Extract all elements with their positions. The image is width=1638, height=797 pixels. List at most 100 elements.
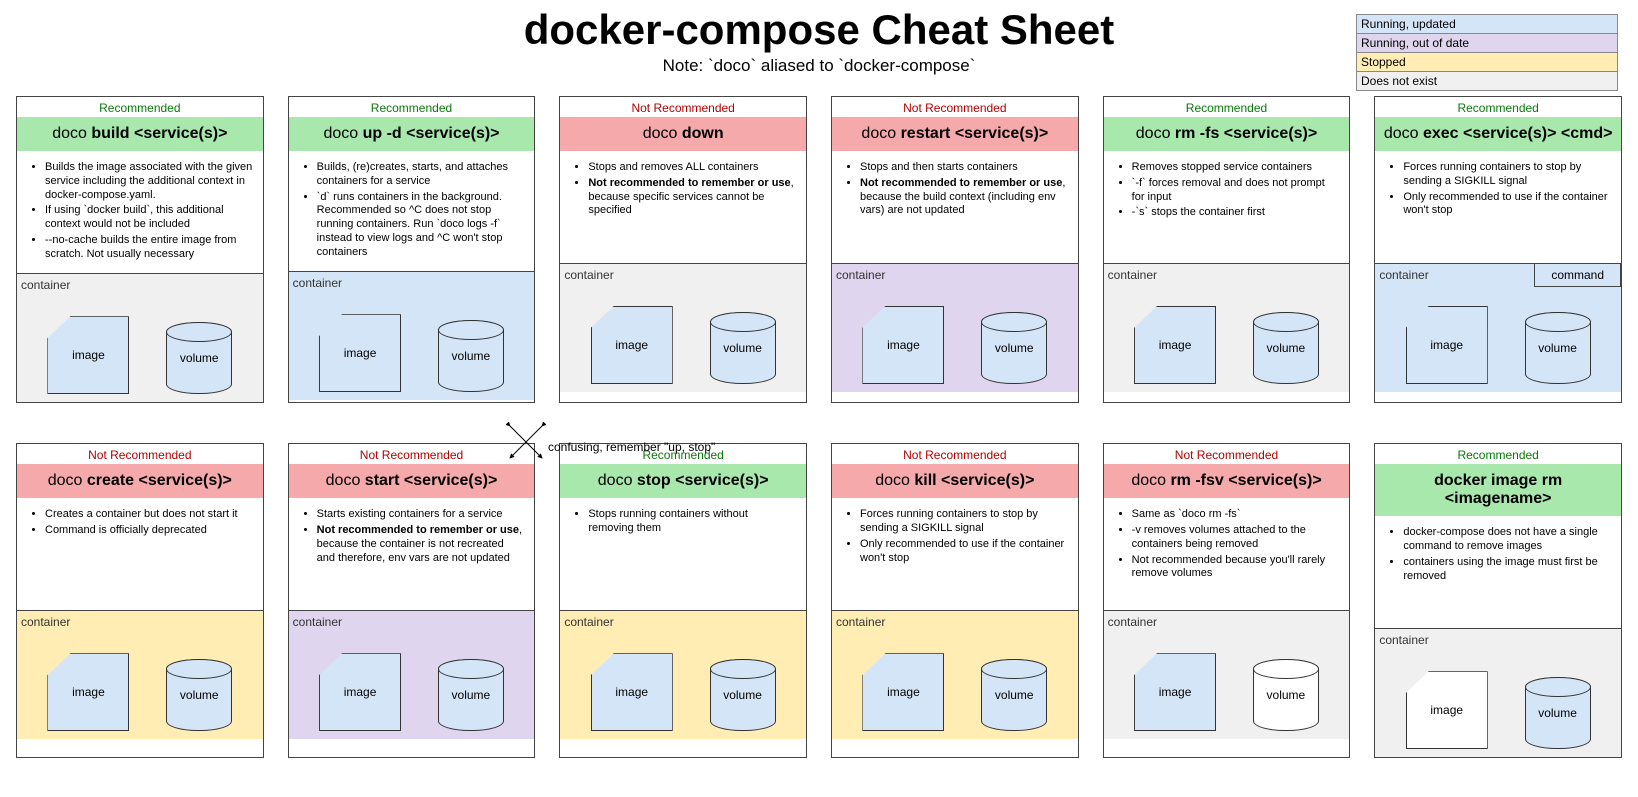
container-label: container xyxy=(293,615,342,629)
container-state: container image volume xyxy=(289,610,535,739)
cross-note: confusing, remember "up, stop" xyxy=(548,440,715,454)
legend-row: Does not exist xyxy=(1357,72,1617,90)
container-state: container image volume xyxy=(17,273,263,402)
command-header: doco exec <service(s)> <cmd> xyxy=(1375,117,1621,151)
container-state: container image volume xyxy=(1104,610,1350,739)
cross-arrows-icon xyxy=(506,422,546,462)
container-state: container image volume xyxy=(560,610,806,739)
recommendation-label: Not Recommended xyxy=(832,97,1078,117)
volume-icon: volume xyxy=(1253,659,1319,731)
image-icon: image xyxy=(591,653,673,731)
cheat-sheet-page: docker-compose Cheat Sheet Note: `doco` … xyxy=(0,6,1638,778)
command-header: doco stop <service(s)> xyxy=(560,464,806,498)
legend-row: Running, out of date xyxy=(1357,34,1617,53)
recommendation-label: Recommended xyxy=(1375,97,1621,117)
recommendation-label: Not Recommended xyxy=(289,444,535,464)
image-icon: image xyxy=(1406,306,1488,384)
image-icon: image xyxy=(47,316,129,394)
image-icon: image xyxy=(591,306,673,384)
volume-icon: volume xyxy=(981,659,1047,731)
container-label: container xyxy=(1379,268,1428,282)
recommendation-label: Recommended xyxy=(1104,97,1350,117)
card-grid: Recommendeddoco build <service(s)>Builds… xyxy=(0,76,1638,778)
volume-icon: volume xyxy=(710,659,776,731)
image-icon: image xyxy=(1134,306,1216,384)
command-card: Not Recommendeddoco rm -fsv <service(s)>… xyxy=(1103,443,1351,758)
command-header: doco down xyxy=(560,117,806,151)
command-header: docker image rm <imagename> xyxy=(1375,464,1621,516)
command-description: Same as `doco rm -fs`-v removes volumes … xyxy=(1104,498,1350,610)
command-description: Builds the image associated with the giv… xyxy=(17,151,263,273)
command-card: Not Recommendeddoco create <service(s)>C… xyxy=(16,443,264,758)
recommendation-label: Not Recommended xyxy=(1104,444,1350,464)
command-card: Recommendeddoco stop <service(s)>Stops r… xyxy=(559,443,807,758)
command-header: doco rm -fs <service(s)> xyxy=(1104,117,1350,151)
command-description: Removes stopped service containers`-f` f… xyxy=(1104,151,1350,263)
image-icon: image xyxy=(319,314,401,392)
container-label: container xyxy=(21,615,70,629)
command-card: Not Recommendeddoco downStops and remove… xyxy=(559,96,807,403)
container-state: container image volume xyxy=(17,610,263,739)
volume-icon: volume xyxy=(438,659,504,731)
legend: Running, updatedRunning, out of dateStop… xyxy=(1356,14,1618,91)
volume-icon: volume xyxy=(1253,312,1319,384)
recommendation-label: Recommended xyxy=(289,97,535,117)
recommendation-label: Not Recommended xyxy=(17,444,263,464)
command-header: doco build <service(s)> xyxy=(17,117,263,151)
command-header: doco restart <service(s)> xyxy=(832,117,1078,151)
command-card: Recommendeddoco up -d <service(s)>Builds… xyxy=(288,96,536,403)
image-icon: image xyxy=(319,653,401,731)
volume-icon: volume xyxy=(1525,312,1591,384)
container-state: containerimagevolume xyxy=(289,271,535,400)
container-label: container xyxy=(836,615,885,629)
container-label: container xyxy=(1108,615,1157,629)
container-state: containerimagevolume xyxy=(1375,628,1621,757)
command-description: Forces running containers to stop by sen… xyxy=(1375,151,1621,263)
container-label: container xyxy=(1379,633,1428,647)
container-state: container image volume xyxy=(560,263,806,392)
volume-icon: volume xyxy=(1525,677,1591,749)
command-header: doco create <service(s)> xyxy=(17,464,263,498)
command-header: doco start <service(s)> xyxy=(289,464,535,498)
image-icon: image xyxy=(1134,653,1216,731)
command-card: Recommendeddoco build <service(s)>Builds… xyxy=(16,96,264,403)
command-overlay: command xyxy=(1534,264,1621,287)
recommendation-label: Not Recommended xyxy=(560,97,806,117)
command-description: Stops and then starts containersNot reco… xyxy=(832,151,1078,263)
command-card: Not Recommendeddoco kill <service(s)>For… xyxy=(831,443,1079,758)
container-state: container image volume xyxy=(1104,263,1350,392)
container-label: container xyxy=(836,268,885,282)
command-card: Recommendeddoco exec <service(s)> <cmd>F… xyxy=(1374,96,1622,403)
command-description: Starts existing containers for a service… xyxy=(289,498,535,610)
volume-icon: volume xyxy=(166,659,232,731)
recommendation-label: Not Recommended xyxy=(832,444,1078,464)
image-icon: image xyxy=(862,653,944,731)
command-card: Not Recommendeddoco start <service(s)>St… xyxy=(288,443,536,758)
command-card: Recommendeddocker image rm <imagename>do… xyxy=(1374,443,1622,758)
container-state: container image volume xyxy=(832,610,1078,739)
command-description: Builds, (re)creates, starts, and attache… xyxy=(289,151,535,271)
volume-icon: volume xyxy=(710,312,776,384)
volume-icon: volume xyxy=(166,322,232,394)
command-header: doco rm -fsv <service(s)> xyxy=(1104,464,1350,498)
container-label: container xyxy=(21,278,70,292)
command-header: doco kill <service(s)> xyxy=(832,464,1078,498)
recommendation-label: Recommended xyxy=(1375,444,1621,464)
container-label: container xyxy=(564,615,613,629)
recommendation-label: Recommended xyxy=(17,97,263,117)
command-description: Stops running containers without removin… xyxy=(560,498,806,610)
command-card: Not Recommendeddoco restart <service(s)>… xyxy=(831,96,1079,403)
command-header: doco up -d <service(s)> xyxy=(289,117,535,151)
image-icon: image xyxy=(47,653,129,731)
container-label: container xyxy=(293,276,342,290)
volume-icon: volume xyxy=(981,312,1047,384)
legend-row: Stopped xyxy=(1357,53,1617,72)
container-label: container xyxy=(564,268,613,282)
container-label: container xyxy=(1108,268,1157,282)
command-description: Stops and removes ALL containersNot reco… xyxy=(560,151,806,263)
command-description: docker-compose does not have a single co… xyxy=(1375,516,1621,628)
image-icon: image xyxy=(862,306,944,384)
container-state: container command image volume xyxy=(1375,263,1621,392)
command-card: Recommendeddoco rm -fs <service(s)>Remov… xyxy=(1103,96,1351,403)
legend-row: Running, updated xyxy=(1357,15,1617,34)
